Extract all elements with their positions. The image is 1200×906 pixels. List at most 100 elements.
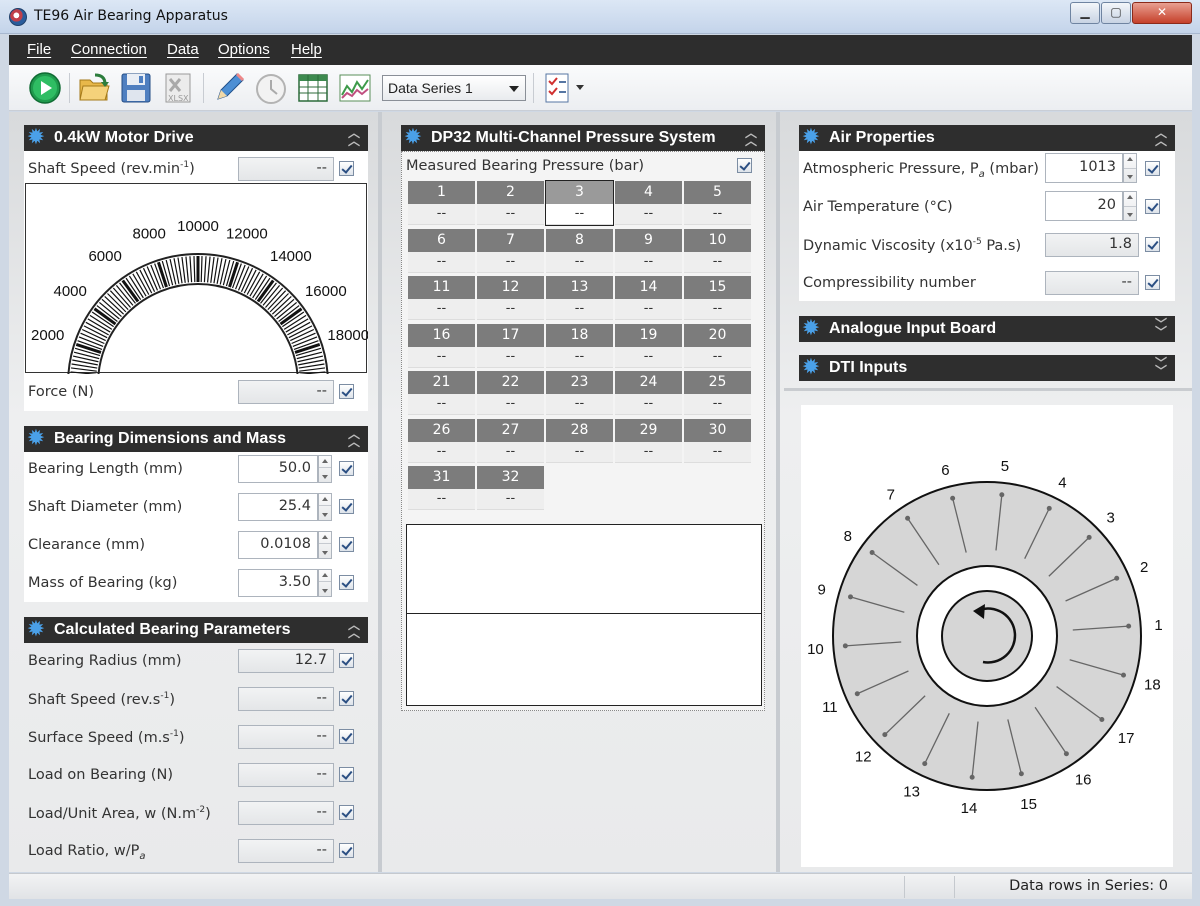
data-series-select[interactable]: Data Series 1	[382, 75, 526, 101]
mass-of-bearing-spinner[interactable]	[318, 569, 332, 597]
export-xlsx-icon[interactable]: XLSX	[161, 71, 195, 105]
collapse-chevron-icon[interactable]: ︿ ︿	[348, 619, 360, 639]
pressure-channel-28[interactable]: 28 --	[546, 418, 613, 463]
menu-data[interactable]: Data	[167, 41, 199, 58]
pressure-channel-2[interactable]: 2 --	[477, 181, 544, 225]
motor-drive-header[interactable]: ✹ 0.4kW Motor Drive ︿ ︿	[24, 125, 368, 151]
clearance-field[interactable]: 0.0108	[238, 531, 318, 559]
mass-of-bearing-checkbox[interactable]	[339, 575, 354, 590]
menu-connection[interactable]: Connection	[71, 41, 147, 58]
checklist-icon[interactable]	[541, 71, 575, 105]
clearance-spinner[interactable]	[318, 531, 332, 559]
air-properties-header[interactable]: ✹ Air Properties ︿ ︿	[799, 125, 1175, 151]
measured-pressure-checkbox[interactable]	[737, 158, 752, 173]
pressure-system-header[interactable]: ✹ DP32 Multi-Channel Pressure System ︿ ︿	[401, 125, 765, 151]
pressure-channel-number: 31	[408, 466, 475, 489]
pressure-channel-18[interactable]: 18 --	[546, 323, 613, 368]
collapse-chevron-icon[interactable]: ︿ ︿	[1155, 127, 1167, 147]
pressure-channel-13[interactable]: 13 --	[546, 276, 613, 320]
expand-chevron-icon[interactable]: ﹀ ﹀	[1155, 357, 1167, 377]
minimize-button[interactable]: ▁	[1070, 2, 1100, 24]
surface-speed-checkbox[interactable]	[339, 729, 354, 744]
menu-help[interactable]: Help	[291, 41, 322, 58]
save-icon[interactable]	[119, 71, 153, 105]
shaft-diameter-checkbox[interactable]	[339, 499, 354, 514]
bearing-length-spinner[interactable]	[318, 455, 332, 483]
pressure-channel-23[interactable]: 23 --	[546, 371, 613, 415]
gear-icon: ✹	[28, 619, 44, 640]
pressure-channel-5[interactable]: 5 --	[684, 181, 751, 225]
calculated-parameters-header[interactable]: ✹ Calculated Bearing Parameters ︿ ︿	[24, 617, 368, 643]
pressure-channel-32[interactable]: 32 --	[477, 466, 544, 510]
chart-icon[interactable]	[338, 71, 372, 105]
force-field[interactable]: --	[238, 380, 334, 404]
shaft-speed-field[interactable]: --	[238, 157, 334, 181]
maximize-button[interactable]: ▢	[1101, 2, 1131, 24]
pressure-channel-15[interactable]: 15 --	[684, 276, 751, 320]
pressure-channel-26[interactable]: 26 --	[408, 418, 475, 463]
clock-icon[interactable]	[254, 71, 288, 105]
pressure-channel-1[interactable]: 1 --	[408, 181, 475, 225]
pressure-channel-30[interactable]: 30 --	[684, 418, 751, 463]
air-temperature-label: Air Temperature (°C)	[803, 199, 953, 215]
clearance-checkbox[interactable]	[339, 537, 354, 552]
pressure-channel-21[interactable]: 21 --	[408, 371, 475, 415]
pressure-channel-6[interactable]: 6 --	[408, 228, 475, 273]
menu-file[interactable]: File	[27, 41, 51, 58]
bearing-dimensions-header[interactable]: ✹ Bearing Dimensions and Mass ︿ ︿	[24, 426, 368, 452]
menu-options[interactable]: Options	[218, 41, 270, 58]
pressure-channel-31[interactable]: 31 --	[408, 466, 475, 510]
pressure-channel-8[interactable]: 8 --	[546, 228, 613, 273]
pencil-icon[interactable]	[212, 71, 246, 105]
load-on-bearing-checkbox[interactable]	[339, 767, 354, 782]
pressure-channel-22[interactable]: 22 --	[477, 371, 544, 415]
compressibility-checkbox[interactable]	[1145, 275, 1160, 290]
pressure-channel-4[interactable]: 4 --	[615, 181, 682, 225]
shaft-diameter-field[interactable]: 25.4	[238, 493, 318, 521]
pressure-channel-3[interactable]: 3 --	[545, 180, 614, 226]
load-ratio-checkbox[interactable]	[339, 843, 354, 858]
dti-inputs-header[interactable]: ✹ DTI Inputs ﹀ ﹀	[799, 355, 1175, 381]
pressure-channel-27[interactable]: 27 --	[477, 418, 544, 463]
pressure-channel-24[interactable]: 24 --	[615, 371, 682, 415]
shaft-speed-rps-checkbox[interactable]	[339, 691, 354, 706]
pressure-channel-25[interactable]: 25 --	[684, 371, 751, 415]
shaft-speed-checkbox[interactable]	[339, 161, 354, 176]
pressure-channel-9[interactable]: 9 --	[615, 228, 682, 273]
air-temperature-spinner[interactable]	[1123, 191, 1137, 221]
gauge-minor-tick	[98, 301, 120, 320]
pressure-channel-11[interactable]: 11 --	[408, 276, 475, 320]
bearing-length-checkbox[interactable]	[339, 461, 354, 476]
pressure-channel-14[interactable]: 14 --	[615, 276, 682, 320]
bearing-length-field[interactable]: 50.0	[238, 455, 318, 483]
bearing-radius-checkbox[interactable]	[339, 653, 354, 668]
expand-chevron-icon[interactable]: ﹀ ﹀	[1155, 318, 1167, 338]
table-icon[interactable]	[296, 71, 330, 105]
dynamic-viscosity-checkbox[interactable]	[1145, 237, 1160, 252]
mass-of-bearing-field[interactable]: 3.50	[238, 569, 318, 597]
shaft-diameter-spinner[interactable]	[318, 493, 332, 521]
pressure-channel-10[interactable]: 10 --	[684, 228, 751, 273]
analogue-input-header[interactable]: ✹ Analogue Input Board ﹀ ﹀	[799, 316, 1175, 342]
collapse-chevron-icon[interactable]: ︿ ︿	[348, 428, 360, 448]
atmospheric-pressure-field[interactable]: 1013	[1045, 153, 1123, 183]
pressure-channel-17[interactable]: 17 --	[477, 323, 544, 368]
atmospheric-pressure-checkbox[interactable]	[1145, 161, 1160, 176]
force-checkbox[interactable]	[339, 384, 354, 399]
checklist-dropdown-arrow-icon[interactable]	[576, 85, 584, 90]
pressure-channel-20[interactable]: 20 --	[684, 323, 751, 368]
air-temperature-field[interactable]: 20	[1045, 191, 1123, 221]
load-unit-area-checkbox[interactable]	[339, 805, 354, 820]
pressure-channel-19[interactable]: 19 --	[615, 323, 682, 368]
pressure-channel-16[interactable]: 16 --	[408, 323, 475, 368]
collapse-chevron-icon[interactable]: ︿ ︿	[745, 127, 757, 147]
collapse-chevron-icon[interactable]: ︿ ︿	[348, 127, 360, 147]
close-button[interactable]: ✕	[1132, 2, 1192, 24]
open-folder-icon[interactable]	[77, 71, 111, 105]
play-icon[interactable]	[28, 71, 62, 105]
atmospheric-pressure-spinner[interactable]	[1123, 153, 1137, 183]
pressure-channel-7[interactable]: 7 --	[477, 228, 544, 273]
air-temperature-checkbox[interactable]	[1145, 199, 1160, 214]
pressure-channel-29[interactable]: 29 --	[615, 418, 682, 463]
pressure-channel-12[interactable]: 12 --	[477, 276, 544, 320]
